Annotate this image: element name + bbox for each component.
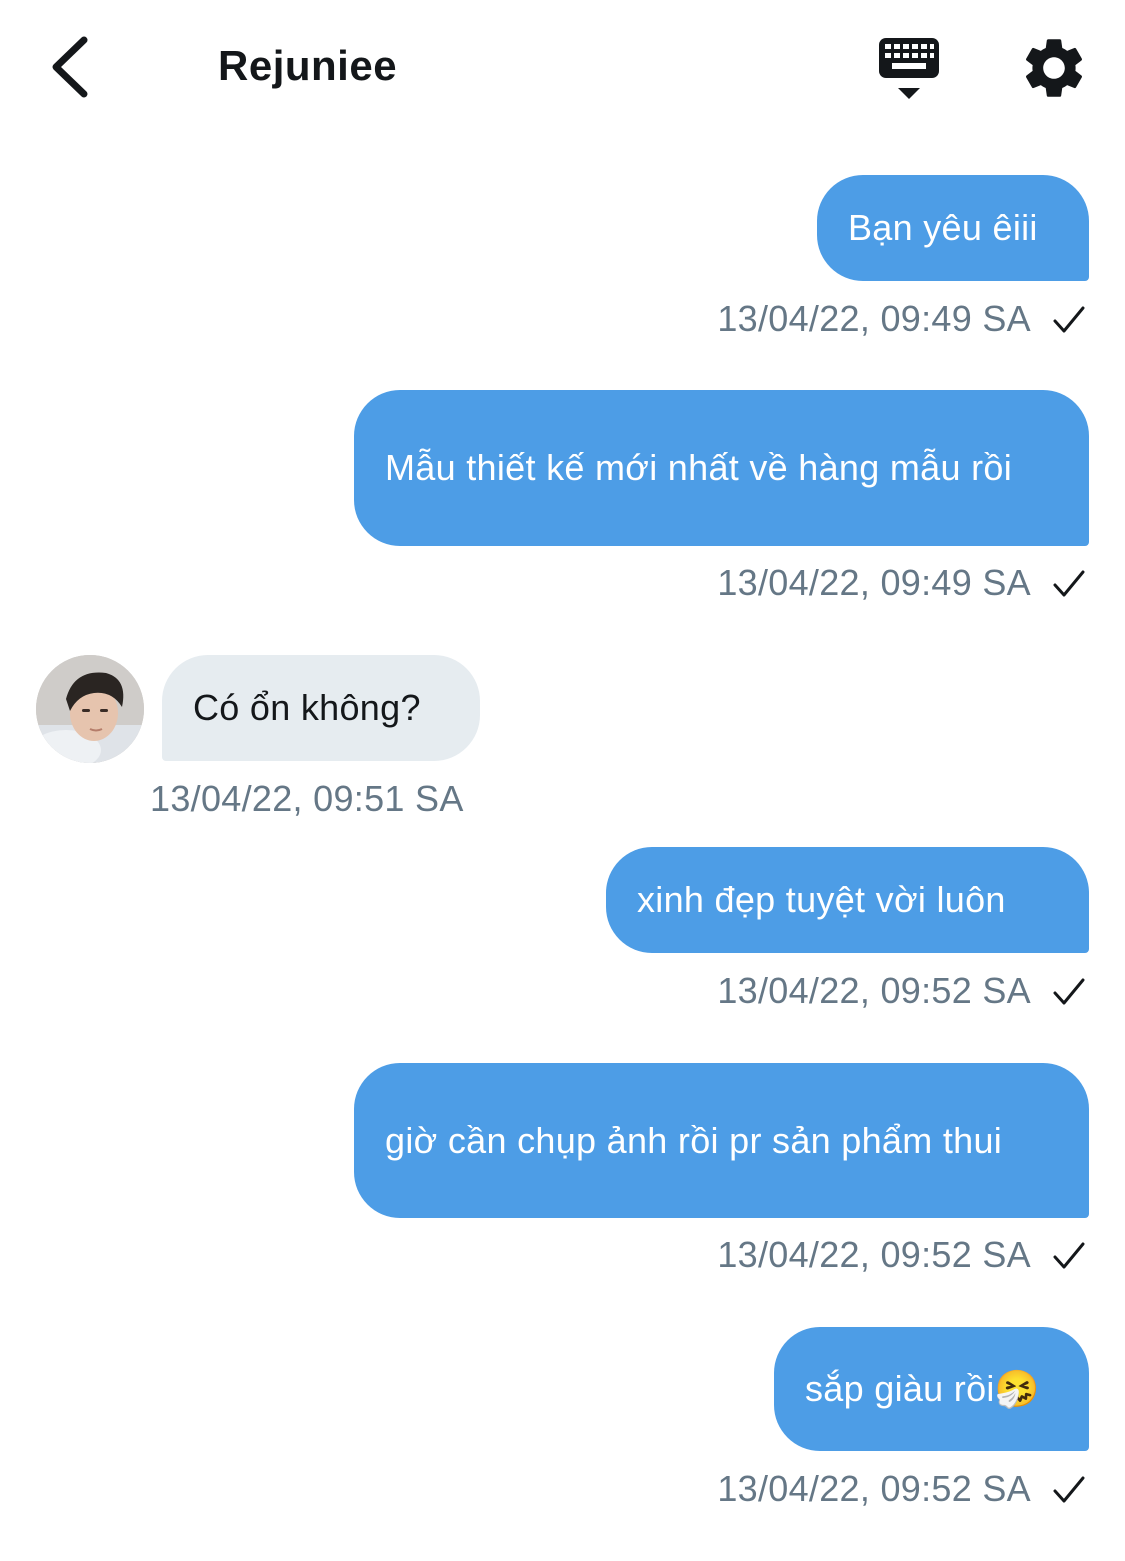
read-check-icon	[1053, 306, 1085, 333]
outgoing-message-bubble[interactable]: sắp giàu rồi🤧	[774, 1327, 1089, 1451]
outgoing-message-bubble[interactable]: giờ cần chụp ảnh rồi pr sản phẩm thui	[354, 1063, 1089, 1218]
message-timestamp: 13/04/22, 09:49 SA	[717, 562, 1031, 603]
message-timestamp: 13/04/22, 09:51 SA	[150, 778, 464, 819]
read-check-icon	[1053, 1242, 1085, 1269]
incoming-message-bubble[interactable]: Có ổn không?	[162, 655, 480, 761]
message-text: xinh đẹp tuyệt vời luôn	[637, 879, 1006, 920]
message-timestamp: 13/04/22, 09:52 SA	[717, 1468, 1031, 1509]
message-text: Bạn yêu êiii	[848, 207, 1038, 248]
avatar-photo	[36, 655, 144, 763]
message-list: Bạn yêu êiii 13/04/22, 09:49 SA Mẫu thiế…	[0, 0, 1125, 1561]
message-timestamp: 13/04/22, 09:49 SA	[717, 298, 1031, 339]
message-text: giờ cần chụp ảnh rồi pr sản phẩm thui	[385, 1119, 1003, 1161]
message-text: Có ổn không?	[193, 687, 421, 728]
message-timestamp: 13/04/22, 09:52 SA	[717, 1234, 1031, 1275]
outgoing-message-bubble[interactable]: Bạn yêu êiii	[817, 175, 1089, 281]
read-check-icon	[1053, 1476, 1085, 1503]
read-check-icon	[1053, 978, 1085, 1005]
message-timestamp: 13/04/22, 09:52 SA	[717, 970, 1031, 1011]
contact-avatar[interactable]	[36, 655, 144, 763]
message-text: sắp giàu rồi🤧	[805, 1368, 1040, 1409]
read-check-icon	[1053, 570, 1085, 597]
outgoing-message-bubble[interactable]: Mẫu thiết kế mới nhất về hàng mẫu rồi	[354, 390, 1089, 546]
message-text: Mẫu thiết kế mới nhất về hàng mẫu rồi	[385, 447, 1013, 488]
outgoing-message-bubble[interactable]: xinh đẹp tuyệt vời luôn	[606, 847, 1089, 953]
